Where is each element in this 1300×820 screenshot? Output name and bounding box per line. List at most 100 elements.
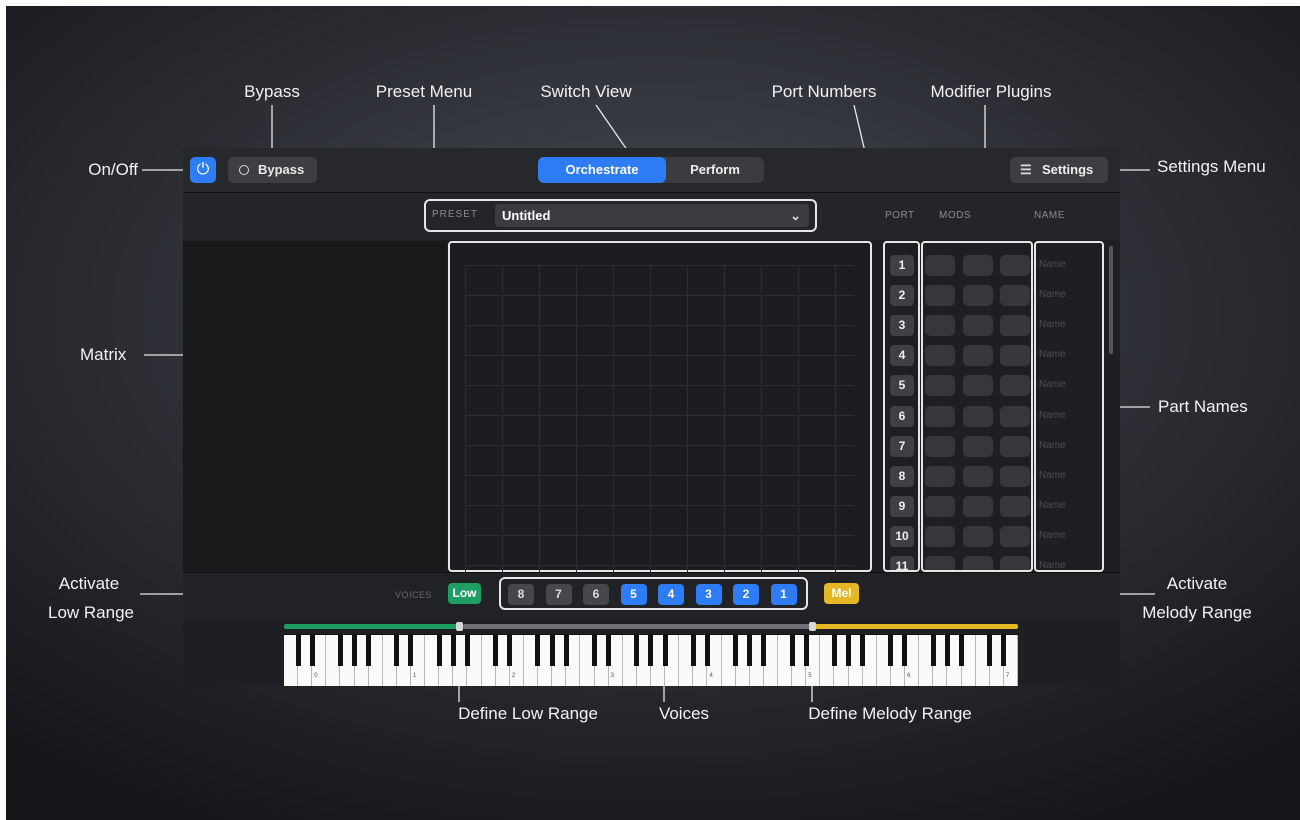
- port-number[interactable]: 9: [890, 495, 914, 517]
- mod-slot[interactable]: [963, 465, 993, 487]
- black-key[interactable]: [930, 635, 936, 666]
- mod-slot[interactable]: [963, 285, 993, 307]
- black-key[interactable]: [493, 635, 499, 666]
- part-name-field[interactable]: Name: [1039, 289, 1066, 300]
- mod-slot[interactable]: [925, 375, 955, 397]
- mod-slot[interactable]: [1000, 556, 1030, 570]
- black-key[interactable]: [704, 635, 710, 666]
- port-number[interactable]: 10: [890, 525, 914, 547]
- black-key[interactable]: [888, 635, 894, 666]
- part-name-field[interactable]: Name: [1039, 259, 1066, 270]
- black-key[interactable]: [606, 635, 612, 666]
- voice-button[interactable]: 4: [658, 584, 684, 605]
- low-range-handle[interactable]: [456, 622, 463, 631]
- mod-slot[interactable]: [1000, 465, 1030, 487]
- mod-slot[interactable]: [925, 255, 955, 276]
- low-range-button[interactable]: Low: [448, 583, 481, 604]
- mod-slot[interactable]: [963, 525, 993, 547]
- mod-slot[interactable]: [963, 435, 993, 457]
- black-key[interactable]: [394, 635, 400, 666]
- matrix[interactable]: [448, 241, 872, 572]
- black-key[interactable]: [761, 635, 767, 666]
- melody-range-button[interactable]: Mel: [824, 583, 859, 604]
- part-name-field[interactable]: Name: [1039, 500, 1066, 511]
- black-key[interactable]: [831, 635, 837, 666]
- black-key[interactable]: [747, 635, 753, 666]
- part-name-field[interactable]: Name: [1039, 470, 1066, 481]
- black-key[interactable]: [987, 635, 993, 666]
- part-name-field[interactable]: Name: [1039, 349, 1066, 360]
- mod-slot[interactable]: [1000, 255, 1030, 276]
- voice-button[interactable]: 8: [508, 584, 534, 605]
- mod-slot[interactable]: [925, 405, 955, 427]
- port-number[interactable]: 4: [890, 345, 914, 367]
- black-key[interactable]: [846, 635, 851, 666]
- black-key[interactable]: [1001, 635, 1007, 666]
- part-name-field[interactable]: Name: [1039, 319, 1066, 330]
- mod-slot[interactable]: [1000, 525, 1030, 547]
- piano-keyboard[interactable]: 0 1 2 3 4 5 6 7: [284, 634, 1018, 686]
- part-name-field[interactable]: Name: [1039, 410, 1066, 421]
- black-key[interactable]: [337, 635, 343, 666]
- voice-button[interactable]: 3: [695, 584, 722, 605]
- black-key[interactable]: [634, 635, 640, 666]
- black-key[interactable]: [309, 635, 315, 666]
- black-key[interactable]: [351, 635, 357, 666]
- port-number[interactable]: 6: [890, 405, 914, 427]
- mod-slot[interactable]: [925, 495, 955, 517]
- mod-slot[interactable]: [963, 405, 993, 427]
- black-key[interactable]: [860, 635, 866, 666]
- port-number[interactable]: 2: [890, 285, 914, 307]
- mod-slot[interactable]: [963, 315, 993, 337]
- mod-slot[interactable]: [1000, 285, 1030, 307]
- matrix-grid[interactable]: [465, 265, 855, 572]
- black-key[interactable]: [803, 635, 809, 666]
- black-key[interactable]: [591, 635, 597, 666]
- mod-slot[interactable]: [1000, 495, 1030, 517]
- mod-slot[interactable]: [1000, 315, 1030, 337]
- port-number[interactable]: 7: [890, 435, 914, 457]
- black-key[interactable]: [902, 635, 908, 666]
- voice-button[interactable]: 6: [583, 584, 609, 605]
- mod-slot[interactable]: [963, 375, 993, 397]
- mod-slot[interactable]: [925, 345, 955, 367]
- port-number[interactable]: 3: [890, 315, 914, 337]
- tab-orchestrate[interactable]: Orchestrate: [538, 157, 666, 183]
- black-key[interactable]: [958, 635, 964, 666]
- parts-scrollbar[interactable]: [1109, 246, 1113, 354]
- black-key[interactable]: [507, 635, 513, 666]
- voice-button[interactable]: 5: [620, 584, 647, 605]
- power-button[interactable]: ⏻: [190, 157, 216, 183]
- port-number[interactable]: 1: [890, 255, 914, 276]
- port-number[interactable]: 8: [890, 465, 914, 487]
- mod-slot[interactable]: [925, 285, 955, 307]
- part-name-field[interactable]: Name: [1039, 530, 1066, 541]
- black-key[interactable]: [464, 635, 470, 666]
- black-key[interactable]: [450, 635, 456, 666]
- black-key[interactable]: [789, 635, 795, 666]
- black-key[interactable]: [549, 635, 555, 666]
- black-key[interactable]: [408, 635, 414, 666]
- black-key[interactable]: [366, 635, 372, 666]
- mod-slot[interactable]: [963, 345, 993, 367]
- voice-button[interactable]: 7: [545, 584, 572, 605]
- black-key[interactable]: [535, 635, 541, 666]
- voice-button[interactable]: 2: [733, 584, 759, 605]
- mod-slot[interactable]: [1000, 375, 1030, 397]
- black-key[interactable]: [690, 635, 696, 666]
- mod-slot[interactable]: [963, 255, 993, 276]
- black-key[interactable]: [662, 635, 668, 666]
- black-key[interactable]: [733, 635, 739, 666]
- black-key[interactable]: [648, 635, 654, 666]
- part-name-field[interactable]: Name: [1039, 440, 1066, 451]
- preset-select[interactable]: Untitled ⌄: [495, 204, 809, 227]
- bypass-button[interactable]: Bypass: [228, 157, 317, 183]
- mod-slot[interactable]: [1000, 435, 1030, 457]
- black-key[interactable]: [436, 635, 442, 666]
- mod-slot[interactable]: [925, 525, 955, 547]
- port-number[interactable]: 11: [890, 556, 914, 570]
- melody-range-handle[interactable]: [809, 622, 816, 631]
- voice-button[interactable]: 1: [770, 584, 797, 605]
- mod-slot[interactable]: [925, 315, 955, 337]
- part-name-field[interactable]: Name: [1039, 379, 1066, 390]
